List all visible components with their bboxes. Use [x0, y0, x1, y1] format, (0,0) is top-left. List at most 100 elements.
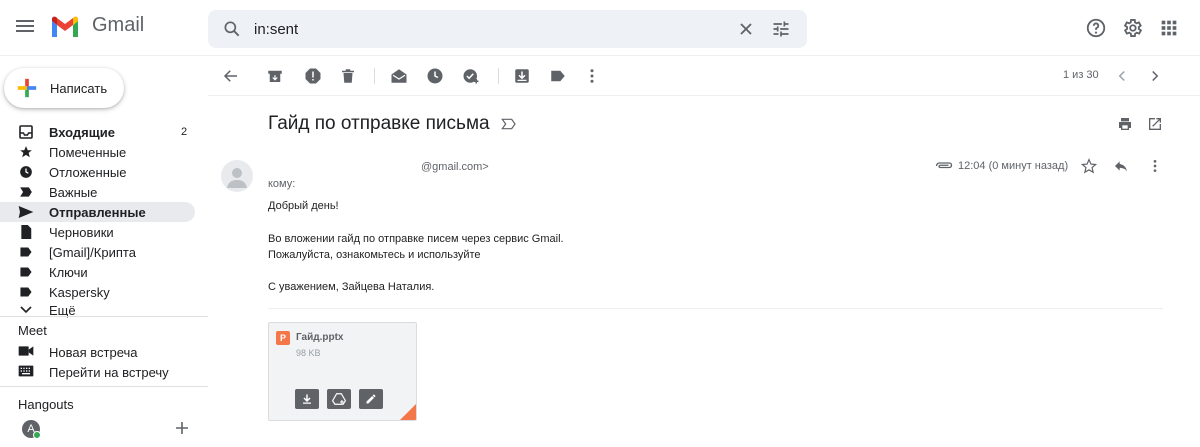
gmail-m-icon: [52, 16, 78, 37]
clock-icon: [20, 166, 32, 178]
meet-new-meeting-label: Новая встреча: [49, 344, 138, 360]
sidebar-item-label: Отправленные: [49, 204, 146, 220]
message-signature: С уважением, Зайцева Наталия.: [268, 281, 435, 293]
snooze-clock-icon[interactable]: [426, 67, 444, 85]
download-button[interactable]: [295, 389, 319, 409]
pptx-file-icon: P: [276, 331, 290, 345]
sidebar-item-inbox[interactable]: Входящие 2: [0, 122, 208, 142]
important-icon: [20, 187, 32, 197]
chevron-down-icon: [20, 306, 32, 314]
report-spam-icon[interactable]: [304, 67, 322, 85]
pagination-count: 1 из 30: [1063, 69, 1099, 81]
save-to-drive-button[interactable]: [327, 389, 351, 409]
newer-chevron-left-icon[interactable]: [1113, 67, 1131, 85]
sender-avatar[interactable]: [221, 160, 253, 192]
settings-gear-icon[interactable]: [1121, 17, 1143, 39]
importance-marker-icon[interactable]: [501, 118, 517, 130]
sidebar-divider: [0, 386, 208, 387]
sidebar-item-kaspersky[interactable]: Kaspersky: [0, 282, 208, 302]
sidebar-item-label: Ключи: [49, 264, 88, 280]
compose-button[interactable]: Написать: [4, 68, 124, 108]
inbox-unread-count: 2: [181, 126, 188, 138]
sidebar-item-snoozed[interactable]: Отложенные: [0, 162, 208, 182]
message-divider: [268, 308, 1163, 309]
pencil-icon: [366, 394, 376, 404]
print-icon[interactable]: [1117, 116, 1133, 132]
help-icon[interactable]: [1085, 17, 1107, 39]
message-body-line-2: Пожалуйста, ознакомьтесь и используйте: [268, 249, 481, 261]
sidebar-item-label: Помеченные: [49, 144, 127, 160]
message-subject: Гайд по отправке письма: [268, 113, 517, 135]
app-name: Gmail: [92, 14, 145, 36]
sidebar-item-label: Отложенные: [49, 164, 127, 180]
star-outline-icon[interactable]: [1081, 158, 1097, 174]
drive-add-icon: [332, 393, 346, 405]
message-more-options-icon[interactable]: [1147, 158, 1163, 174]
sidebar-item-drafts[interactable]: Черновики: [0, 222, 208, 242]
meet-new-meeting[interactable]: Новая встреча: [18, 342, 138, 362]
online-status-dot: [33, 431, 41, 439]
add-hangout-icon[interactable]: [175, 421, 189, 435]
sidebar-item-keys[interactable]: Ключи: [0, 262, 208, 282]
delete-icon[interactable]: [339, 67, 357, 85]
subject-text: Гайд по отправке письма: [268, 113, 490, 134]
mark-unread-icon[interactable]: [390, 67, 408, 85]
gmail-logo[interactable]: Gmail: [50, 14, 144, 37]
star-icon: [20, 146, 32, 158]
message-toolbar: 1 из 30: [208, 56, 1200, 96]
label-icon: [20, 287, 32, 297]
attachment-filename: Гайд.pptx: [296, 332, 344, 343]
label-icon: [20, 267, 32, 277]
inbox-icon: [19, 125, 33, 139]
message-body-line-1: Во вложении гайд по отправке писем через…: [268, 233, 564, 245]
attachment-paperclip-icon: [935, 162, 953, 169]
sender-email: @gmail.com>: [421, 161, 489, 173]
recipients-label[interactable]: кому:: [268, 178, 295, 190]
hangouts-section-title: Hangouts: [18, 397, 74, 412]
apps-grid-icon[interactable]: [1158, 17, 1180, 39]
search-icon[interactable]: [222, 19, 242, 39]
sidebar-item-label: Важные: [49, 184, 98, 200]
default-person-icon: [227, 168, 247, 188]
keyboard-icon: [18, 365, 34, 376]
sidebar-item-crypto[interactable]: [Gmail]/Крипта: [0, 242, 208, 262]
edit-with-slides-button[interactable]: [359, 389, 383, 409]
meet-join-meeting[interactable]: Перейти на встречу: [18, 362, 169, 382]
download-icon: [303, 394, 311, 404]
back-arrow-icon[interactable]: [222, 67, 240, 85]
sidebar-item-label: Черновики: [49, 224, 114, 240]
search-options-icon[interactable]: [771, 19, 791, 39]
attachment-filesize: 98 KB: [296, 348, 321, 358]
toolbar-separator: [498, 68, 499, 84]
draft-icon: [21, 225, 32, 239]
more-options-icon[interactable]: [583, 67, 601, 85]
compose-plus-icon: [17, 78, 37, 98]
archive-icon[interactable]: [266, 67, 284, 85]
label-icon: [20, 247, 32, 257]
sidebar-item-label: [Gmail]/Крипта: [49, 244, 136, 260]
clear-search-icon[interactable]: [736, 19, 756, 39]
sidebar-item-starred[interactable]: Помеченные: [0, 142, 208, 162]
main-menu-icon[interactable]: [14, 17, 36, 39]
video-camera-icon: [18, 345, 34, 356]
label-icon[interactable]: [549, 67, 567, 85]
sidebar-item-important[interactable]: Важные: [0, 182, 208, 202]
hangouts-user-avatar[interactable]: A: [22, 420, 41, 439]
reply-icon[interactable]: [1113, 158, 1129, 174]
older-chevron-right-icon[interactable]: [1146, 67, 1164, 85]
attachment-card[interactable]: P Гайд.pptx 98 KB: [268, 322, 417, 421]
sidebar-item-label: Входящие: [49, 124, 115, 140]
sidebar-item-sent[interactable]: Отправленные: [0, 202, 195, 222]
sidebar-item-label: Kaspersky: [49, 284, 110, 300]
add-to-tasks-icon[interactable]: [462, 67, 480, 85]
move-to-icon[interactable]: [513, 67, 531, 85]
open-in-new-window-icon[interactable]: [1147, 116, 1163, 132]
top-header: Gmail: [0, 0, 1200, 56]
sidebar-divider: [0, 316, 208, 317]
toolbar-separator: [374, 68, 375, 84]
file-type-corner: [399, 403, 416, 420]
search-bar: [208, 10, 807, 48]
message-greeting: Добрый день!: [268, 200, 339, 212]
search-input[interactable]: [254, 19, 734, 39]
message-timestamp: 12:04 (0 минут назад): [958, 160, 1069, 172]
